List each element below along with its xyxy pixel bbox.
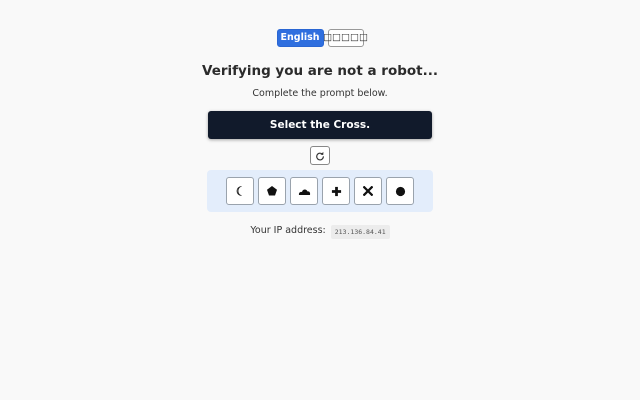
choice-list xyxy=(226,177,414,205)
language-english-button[interactable]: English xyxy=(276,29,324,47)
choice-cloud[interactable] xyxy=(290,177,318,205)
language-alternate-button[interactable]: □□□□□ xyxy=(323,29,368,47)
choice-pentagon[interactable] xyxy=(258,177,286,205)
page-subtitle: Complete the prompt below. xyxy=(252,88,388,99)
plus-cross-icon xyxy=(331,186,341,196)
ip-address-label: Your IP address: xyxy=(250,225,326,236)
choice-plus-cross[interactable] xyxy=(322,177,350,205)
language-switcher: English □□□□□ xyxy=(0,29,640,47)
choice-crescent-moon[interactable] xyxy=(226,177,254,205)
circle-icon xyxy=(395,186,405,196)
page-title: Verifying you are not a robot... xyxy=(202,63,438,79)
choice-circle[interactable] xyxy=(386,177,414,205)
captcha-page: English □□□□□ Verifying you are not a ro… xyxy=(0,0,640,400)
prompt-text: Select the Cross. xyxy=(269,119,371,131)
choice-x-cross[interactable] xyxy=(354,177,382,205)
ip-address-row: Your IP address: 213.136.84.41 xyxy=(0,222,640,239)
refresh-icon xyxy=(316,151,324,160)
cloud-icon xyxy=(298,188,310,195)
crescent-moon-icon xyxy=(236,186,242,196)
x-cross-icon xyxy=(363,186,373,196)
pentagon-icon xyxy=(267,186,277,196)
refresh-button[interactable] xyxy=(310,146,330,165)
ip-address-value: 213.136.84.41 xyxy=(330,225,390,239)
prompt-banner: Select the Cross. xyxy=(208,111,432,139)
